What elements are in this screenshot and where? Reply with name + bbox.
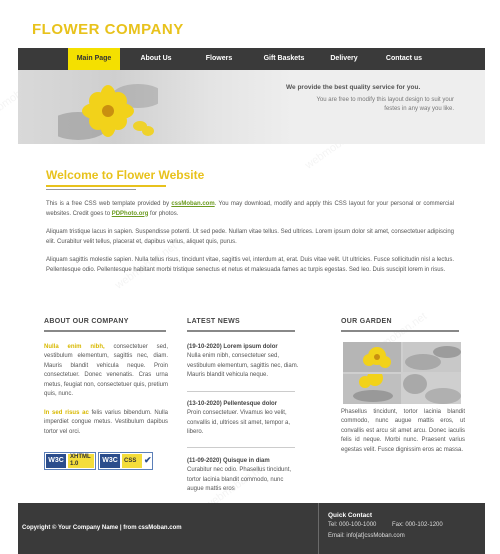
nav-item-about-us[interactable]: About Us (130, 48, 182, 70)
hero-subtitle: You are free to modify this layout desig… (316, 97, 454, 112)
nav-item-gift-baskets[interactable]: Gift Baskets (254, 48, 314, 70)
nav-item-delivery[interactable]: Delivery (318, 48, 370, 70)
gallery-thumbnail[interactable] (403, 374, 461, 404)
about-paragraph-1: Nulla enim nibh, consectetuer sed, vesti… (44, 344, 168, 398)
news-item: (13-10-2020) Pellentesque dolor Proin co… (187, 400, 299, 438)
main-nav: Main Page About Us Flowers Gift Baskets … (18, 48, 485, 70)
welcome-paragraph-2: Aliquam tristique lacus in sapien. Suspe… (46, 229, 454, 245)
garden-gallery (343, 342, 461, 404)
checkmark-icon: ✔ (144, 455, 152, 465)
news-date[interactable]: (19-10-2020) Lorem ipsum dolor (187, 343, 299, 352)
about-title: ABOUT OUR COMPANY (44, 318, 129, 325)
quick-contact-title: Quick Contact (328, 512, 373, 519)
garden-paragraph: Phasellus tincidunt, tortor lacinia blan… (341, 409, 465, 453)
nav-item-flowers[interactable]: Flowers (193, 48, 245, 70)
gallery-thumbnail[interactable] (343, 374, 401, 404)
welcome-paragraph-1: This is a free CSS web template provided… (46, 201, 454, 217)
hero-banner: We provide the best quality service for … (18, 70, 485, 144)
site-header: FLOWER COMPANY (18, 0, 485, 48)
news-date[interactable]: (13-10-2020) Pellentesque dolor (187, 400, 299, 409)
gallery-thumbnail[interactable] (343, 342, 401, 372)
xhtml-valid-badge[interactable]: W3C XHTML 1.0 (44, 452, 96, 470)
news-divider (187, 447, 295, 448)
hero-photo (18, 70, 293, 144)
gallery-thumbnail[interactable] (403, 342, 461, 372)
about-highlight: In sed risus ac (44, 410, 89, 416)
css-valid-badge[interactable]: W3C CSS ✔ (98, 452, 153, 470)
pdphoto-link[interactable]: PDPhoto.org (112, 211, 149, 217)
news-item: (19-10-2020) Lorem ipsum dolor Nulla eni… (187, 343, 299, 381)
copyright-text: Copyright © Your Company Name | from css… (22, 525, 182, 531)
news-text: Proin consectetuer. Vivamus leo velit, c… (187, 410, 291, 436)
footer-divider (318, 503, 319, 554)
news-date[interactable]: (11-09-2020) Quisque in diam (187, 457, 299, 466)
nav-item-contact-us[interactable]: Contact us (376, 48, 432, 70)
column-rule (187, 330, 295, 332)
welcome-paragraph-3: Aliquam sagittis molestie sapien. Nulla … (46, 257, 454, 273)
welcome-title: Welcome to Flower Website (46, 168, 205, 182)
contact-tel: Tel: 000-100-1000 (328, 522, 377, 528)
news-text: Curabitur nec odio. Phasellus tincidunt,… (187, 467, 292, 493)
news-title: LATEST NEWS (187, 318, 240, 325)
title-underline-secondary (46, 189, 136, 190)
title-underline (46, 185, 166, 187)
about-paragraph-2: In sed risus ac felis varius bibendum. N… (44, 410, 168, 435)
contact-email[interactable]: Email: info[at]cssMoban.com (328, 533, 405, 539)
contact-fax: Fax: 000-102-1200 (392, 522, 443, 528)
hero-title: We provide the best quality service for … (286, 84, 421, 91)
garden-title: OUR GARDEN (341, 318, 392, 325)
news-item: (11-09-2020) Quisque in diam Curabitur n… (187, 457, 299, 495)
nav-item-main-page[interactable]: Main Page (68, 48, 120, 70)
column-rule (341, 330, 459, 332)
about-highlight: Nulla enim nibh, (44, 344, 105, 350)
cssmoban-link[interactable]: cssMoban.com (171, 201, 214, 207)
news-divider (187, 391, 295, 392)
flower-image (58, 84, 158, 140)
news-text: Nulla enim nibh, consectetuer sed, vesti… (187, 353, 299, 379)
site-logo[interactable]: FLOWER COMPANY (32, 21, 184, 38)
column-rule (44, 330, 166, 332)
